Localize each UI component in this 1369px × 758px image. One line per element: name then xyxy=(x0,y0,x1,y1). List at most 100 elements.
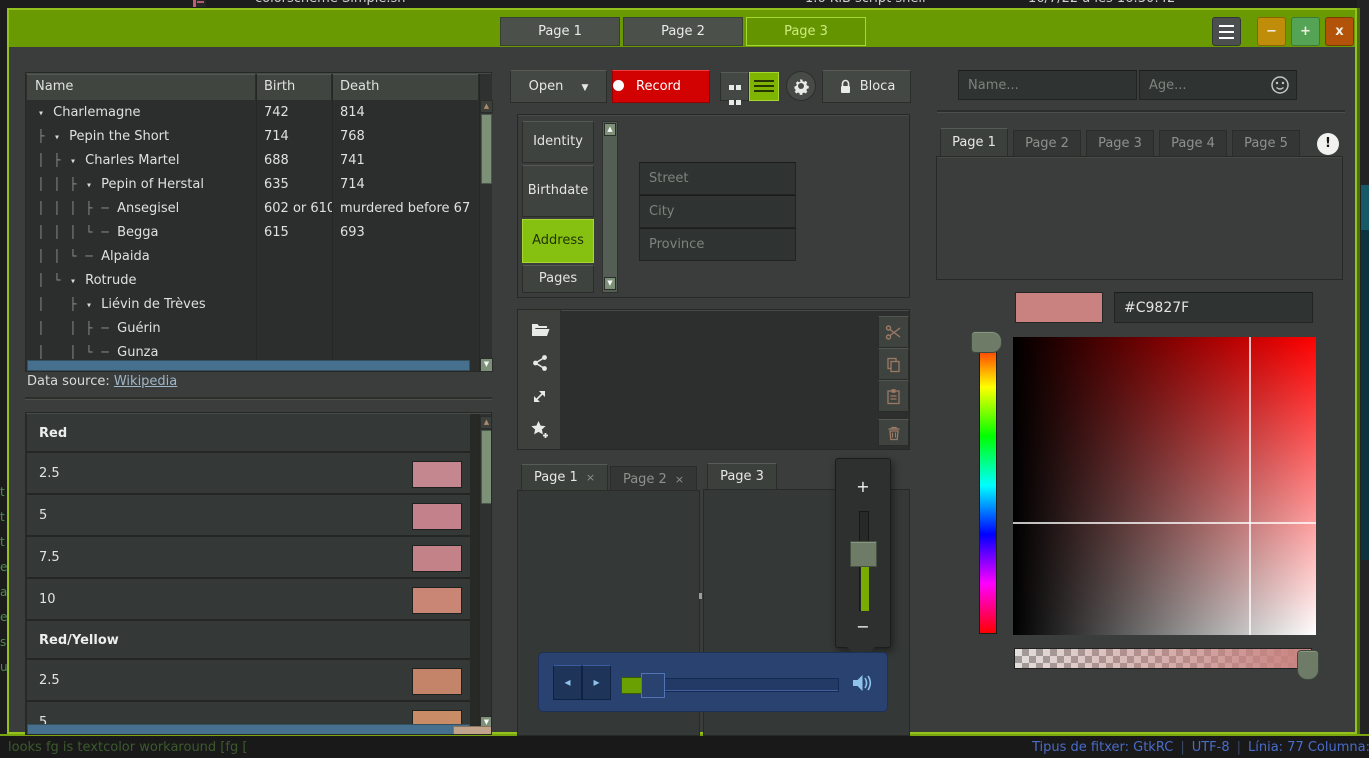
volume-icon[interactable] xyxy=(851,671,873,695)
expander-icon[interactable]: ▾ xyxy=(65,276,81,287)
seek-handle[interactable] xyxy=(641,673,665,698)
hue-slider[interactable] xyxy=(979,337,997,634)
notebook-tab-page1[interactable]: Page 1× xyxy=(521,464,608,491)
scroll-up-icon[interactable]: ▲ xyxy=(604,123,616,136)
tree-row[interactable]: │ ├▾ Liévin de Trèves xyxy=(27,292,470,316)
scale-row[interactable]: 2.5 xyxy=(27,453,470,495)
saturation-value-plane[interactable] xyxy=(1013,337,1316,635)
form-scrollbar[interactable]: ▲ ▼ xyxy=(602,121,618,293)
color-hex-input[interactable] xyxy=(1114,292,1313,323)
emoji-icon[interactable] xyxy=(1270,75,1290,95)
copy-button[interactable] xyxy=(878,348,909,380)
name-input[interactable] xyxy=(958,70,1137,100)
scale-row[interactable]: 7.5 xyxy=(27,537,470,579)
list-view-toggle[interactable] xyxy=(749,72,779,101)
tree-col-name[interactable]: Name xyxy=(27,74,256,100)
expander-icon[interactable]: ▾ xyxy=(81,300,97,311)
right-tab-page2[interactable]: Page 2 xyxy=(1013,130,1081,157)
tree-scroll-thumb[interactable] xyxy=(481,114,492,184)
scale-row[interactable]: 10 xyxy=(27,579,470,621)
province-input[interactable] xyxy=(639,228,796,261)
scroll-down-icon[interactable]: ▼ xyxy=(480,358,493,372)
star-plus-icon[interactable] xyxy=(530,420,550,439)
expander-icon[interactable]: ▾ xyxy=(49,132,65,143)
paste-button[interactable] xyxy=(878,380,909,412)
tree-horizontal-scrollbar[interactable] xyxy=(27,360,470,371)
tree-col-death[interactable]: Death xyxy=(332,74,479,100)
scroll-up-icon[interactable]: ▲ xyxy=(480,416,492,429)
scale-row[interactable]: 5 xyxy=(27,495,470,537)
share-icon[interactable] xyxy=(531,354,549,372)
menu-button[interactable] xyxy=(1212,17,1241,46)
scale-hscroll-thumb[interactable] xyxy=(453,726,492,735)
tree-row[interactable]: │││└─ Begga615693 xyxy=(27,220,470,244)
scale-row[interactable]: 2.5 xyxy=(27,660,470,702)
notebook-tab-page2[interactable]: Page 2× xyxy=(610,466,697,491)
close-button[interactable]: x xyxy=(1325,17,1354,46)
right-tab-page4[interactable]: Page 4 xyxy=(1159,130,1227,157)
volume-slider-handle[interactable] xyxy=(850,541,877,567)
expander-icon[interactable]: ▾ xyxy=(65,156,81,167)
tab-close-icon[interactable]: × xyxy=(675,473,684,486)
tree-row[interactable]: │ │├─ Guérin xyxy=(27,316,470,340)
cut-button[interactable] xyxy=(878,316,909,348)
minimize-button[interactable]: − xyxy=(1257,17,1286,46)
titlebar-tab-page1[interactable]: Page 1 xyxy=(500,17,620,46)
volume-down-button[interactable]: − xyxy=(836,617,890,636)
city-input[interactable] xyxy=(639,195,796,228)
seek-slider[interactable] xyxy=(664,678,839,692)
tree-cell-birth: 615 xyxy=(256,225,332,240)
titlebar-tab-page2[interactable]: Page 2 xyxy=(623,17,743,46)
notebook-tab-page3[interactable]: Page 3 xyxy=(707,463,777,490)
skip-back-button[interactable]: ◂ xyxy=(553,665,582,700)
wikipedia-link[interactable]: Wikipedia xyxy=(114,374,177,389)
sidebar-item-pages[interactable]: Pages xyxy=(522,265,594,293)
grid-view-toggle[interactable] xyxy=(720,72,749,101)
scroll-up-icon[interactable]: ▲ xyxy=(480,100,493,113)
hue-handle[interactable] xyxy=(971,331,1002,353)
maximize-button[interactable]: + xyxy=(1291,17,1320,46)
tree-cell-death: 741 xyxy=(332,153,470,168)
sidebar-item-identity[interactable]: Identity xyxy=(522,121,594,163)
tree-row[interactable]: ├▾ Pepin the Short714768 xyxy=(27,124,470,148)
right-tab-page1[interactable]: Page 1 xyxy=(940,128,1008,157)
warning-icon[interactable]: ! xyxy=(1317,133,1339,155)
tree-row[interactable]: │└▾ Rotrude xyxy=(27,268,470,292)
pane-handle[interactable] xyxy=(699,593,702,599)
tree-row[interactable]: ││├▾ Pepin of Herstal635714 xyxy=(27,172,470,196)
scale-scroll-thumb[interactable] xyxy=(481,430,492,504)
tree-vertical-scrollbar[interactable]: ▲ ▼ xyxy=(479,74,492,372)
volume-up-button[interactable]: + xyxy=(836,477,890,496)
expand-icon[interactable] xyxy=(531,388,548,405)
scale-horizontal-scrollbar[interactable] xyxy=(27,724,470,735)
alpha-slider[interactable] xyxy=(1014,648,1312,669)
open-button[interactable]: Open ▼ xyxy=(510,70,607,103)
alpha-handle[interactable] xyxy=(1297,650,1319,680)
color-swatch[interactable] xyxy=(1015,292,1103,323)
skip-forward-button[interactable]: ▸ xyxy=(582,665,611,700)
titlebar[interactable]: Page 1Page 2Page 3 − + x xyxy=(9,10,1355,47)
tree-row[interactable]: ▾ Charlemagne742814 xyxy=(27,100,470,124)
delete-button[interactable] xyxy=(878,419,909,446)
folder-open-icon[interactable] xyxy=(531,322,550,337)
record-button[interactable]: Record xyxy=(612,70,710,103)
sidebar-item-address[interactable]: Address xyxy=(522,219,594,263)
tree-row[interactable]: ││└─ Alpaida xyxy=(27,244,470,268)
scroll-down-icon[interactable]: ▼ xyxy=(604,277,616,290)
settings-button[interactable] xyxy=(786,71,816,101)
right-tab-page3[interactable]: Page 3 xyxy=(1086,130,1154,157)
right-tab-page5[interactable]: Page 5 xyxy=(1232,130,1300,157)
expander-icon[interactable]: ▾ xyxy=(81,180,97,191)
tree-row[interactable]: │││├─ Ansegisel602 or 610murdered before… xyxy=(27,196,470,220)
scale-vertical-scrollbar[interactable]: ▲ ▼ xyxy=(479,414,492,735)
tab-close-icon[interactable]: × xyxy=(586,471,595,484)
street-input[interactable] xyxy=(639,162,796,195)
titlebar-tab-page3[interactable]: Page 3 xyxy=(746,17,866,46)
expander-icon[interactable]: ▾ xyxy=(33,108,49,119)
lock-button[interactable]: Bloca xyxy=(822,70,911,103)
tree-row[interactable]: │ │└─ Gunza xyxy=(27,340,470,362)
tree-row[interactable]: │├▾ Charles Martel688741 xyxy=(27,148,470,172)
sidebar-item-birthdate[interactable]: Birthdate xyxy=(522,165,594,217)
tree-col-birth[interactable]: Birth xyxy=(256,74,332,100)
tree-line: │ xyxy=(49,201,65,215)
